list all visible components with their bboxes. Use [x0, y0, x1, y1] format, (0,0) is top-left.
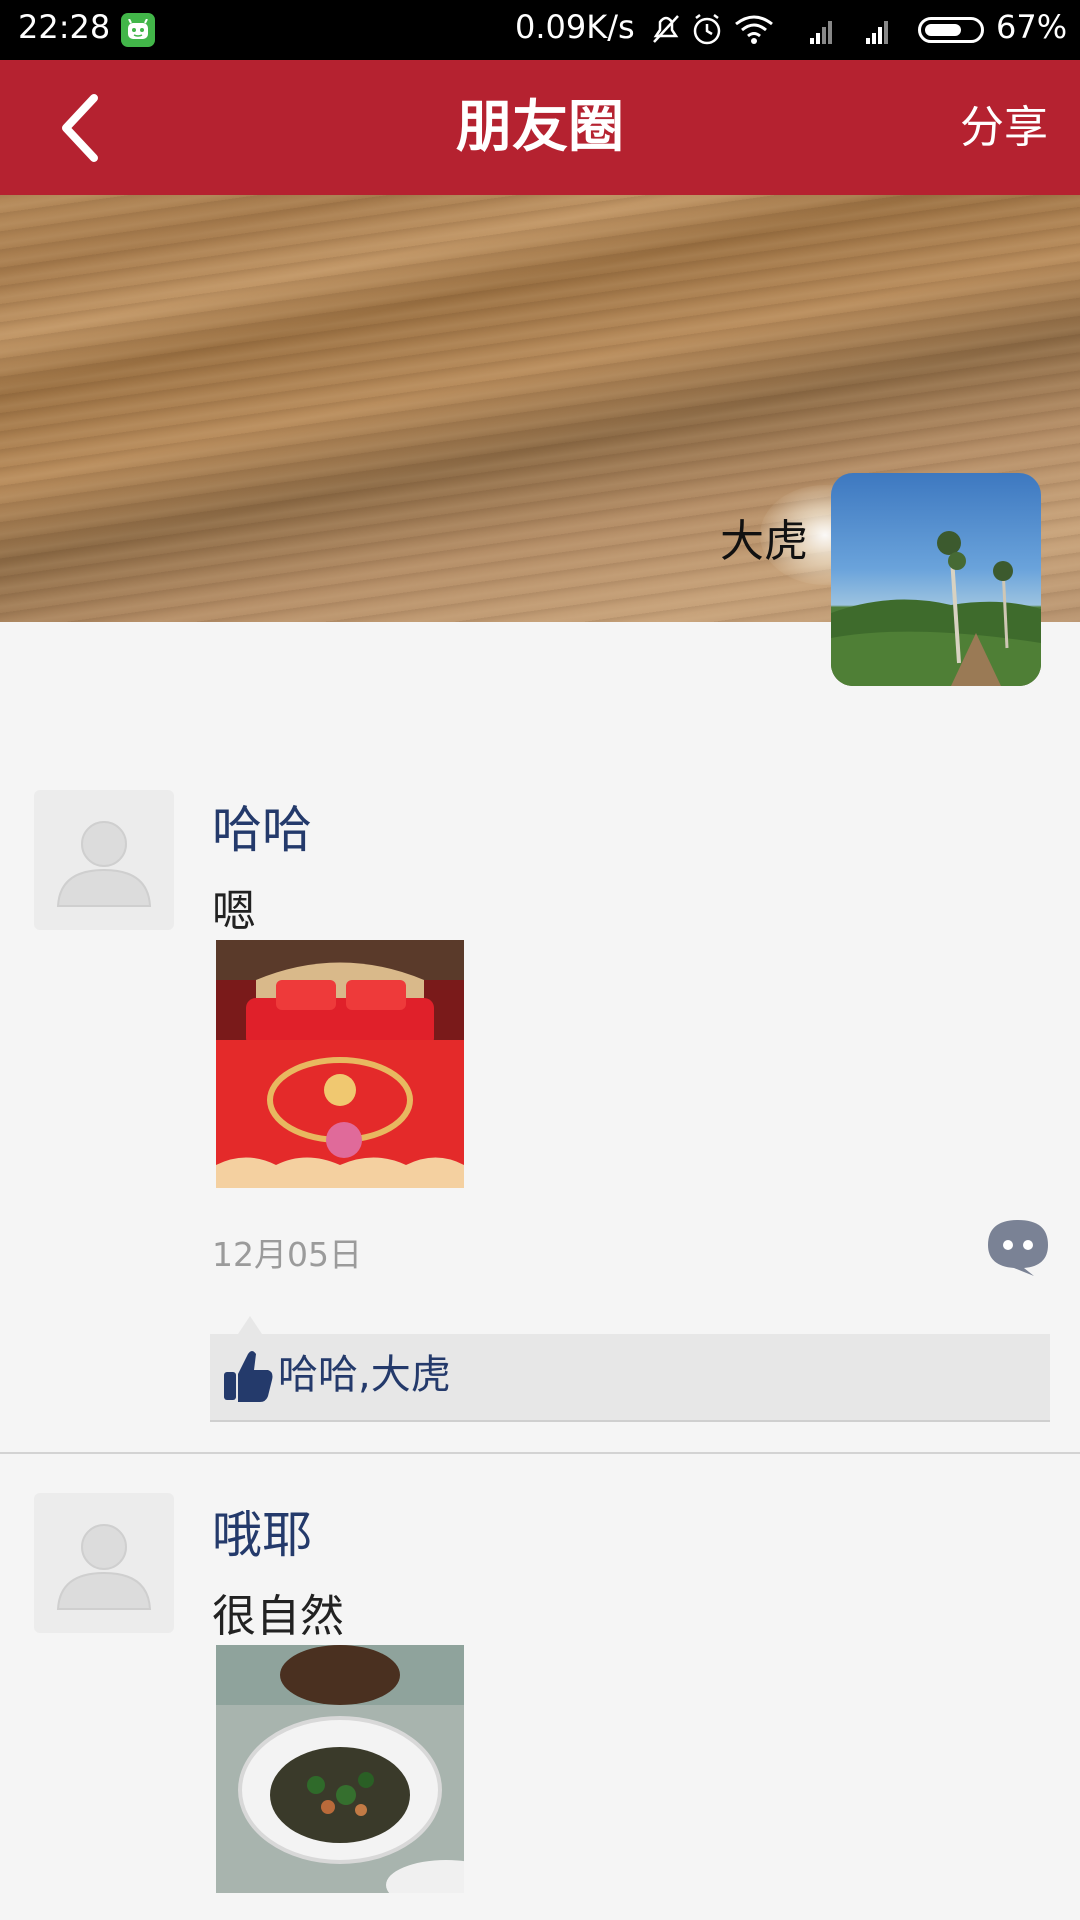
battery-percent: 67%: [996, 8, 1068, 46]
status-bar: 22:28 0.09K/s 67%: [0, 0, 1080, 60]
post-avatar[interactable]: [34, 790, 174, 930]
page-title: 朋友圈: [456, 95, 624, 160]
post-author[interactable]: 哦耶: [212, 1495, 312, 1567]
default-user-icon: [56, 821, 152, 907]
signal-icon-1: [810, 21, 832, 44]
default-user-icon: [56, 1524, 152, 1610]
post-text: 嗯: [212, 886, 256, 937]
post-author[interactable]: 哈哈: [212, 790, 312, 862]
profile-avatar[interactable]: [831, 473, 1041, 686]
share-button[interactable]: 分享: [960, 60, 1048, 195]
likes-caret: [238, 1316, 262, 1334]
post-timestamp: 12月05日: [212, 1235, 362, 1274]
chevron-left-icon: [62, 94, 98, 162]
comment-bubble-icon: [988, 1220, 1048, 1276]
post-text: 很自然: [212, 1591, 344, 1642]
post-divider: [0, 1452, 1080, 1454]
battery-icon: [918, 17, 984, 43]
thumbs-up-icon: [224, 1351, 273, 1402]
app-bar: 朋友圈 分享: [0, 60, 1080, 195]
comment-button[interactable]: [986, 1218, 1050, 1276]
network-speed: 0.09K/s: [515, 8, 635, 46]
notification-app-icon: [121, 13, 155, 47]
status-time: 22:28: [18, 8, 111, 46]
post-avatar[interactable]: [34, 1493, 174, 1633]
likes-names[interactable]: 哈哈,大虎: [278, 1334, 451, 1416]
back-button[interactable]: [50, 90, 120, 165]
likes-box: 哈哈,大虎: [210, 1316, 1050, 1422]
battery-level: [925, 24, 961, 36]
signal-icon-2: [866, 21, 888, 44]
profile-username[interactable]: 大虎: [720, 505, 808, 569]
post-photo[interactable]: [216, 940, 464, 1188]
mute-icon: [653, 15, 679, 43]
alarm-icon: [693, 14, 721, 45]
wifi-icon: [735, 15, 773, 44]
post-photo[interactable]: [216, 1645, 464, 1893]
